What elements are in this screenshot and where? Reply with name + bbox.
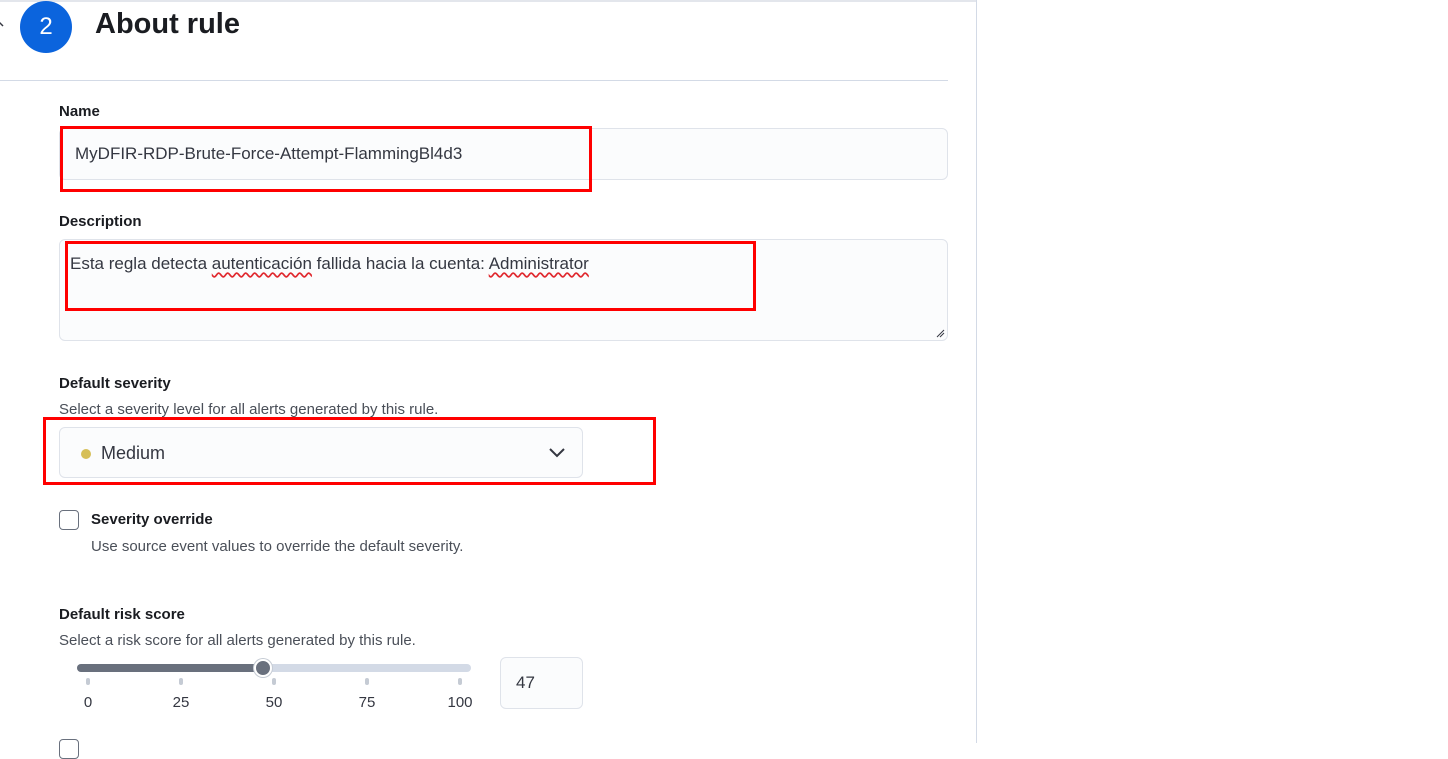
slider-tick-label: 100 [447,694,473,711]
title-divider [0,80,948,81]
misspelled-word: Administrator [488,254,589,273]
slider-tick-label: 0 [83,694,93,711]
slider-fill [77,664,263,672]
name-input[interactable] [60,129,947,179]
severity-help: Select a severity level for all alerts g… [59,401,439,418]
description-text: Esta regla detecta autenticación fallida… [70,254,589,273]
misspelled-word: autenticación [211,254,312,273]
risk-score-help: Select a risk score for all alerts gener… [59,632,416,649]
step-number: 2 [39,13,53,40]
page-title: About rule [95,8,240,40]
resize-handle-icon[interactable] [935,328,945,338]
severity-override-checkbox[interactable] [59,510,79,530]
slider-tick-label: 25 [172,694,190,711]
description-textarea[interactable]: Esta regla detecta autenticación fallida… [59,239,948,341]
severity-label: Default severity [59,375,171,392]
risk-score-field-wrapper [500,657,583,709]
risk-score-input[interactable] [501,658,582,708]
severity-override-label: Severity override [91,511,213,528]
chevron-down-icon [549,448,565,458]
risk-score-label: Default risk score [59,606,185,623]
description-label: Description [59,213,142,230]
slider-tick-label: 50 [265,694,283,711]
severity-select[interactable]: Medium [59,427,583,478]
chevron-down-icon[interactable] [0,18,10,30]
slider-tick-label: 75 [358,694,376,711]
slider-tick [458,678,462,685]
next-checkbox[interactable] [59,739,79,759]
slider-tick [179,678,183,685]
right-panel [976,0,1448,743]
risk-score-slider[interactable] [77,659,471,679]
name-field-wrapper [59,128,948,180]
slider-thumb[interactable] [253,659,272,677]
slider-tick [365,678,369,685]
severity-override-help: Use source event values to override the … [91,538,464,555]
severity-selected-value: Medium [101,443,166,463]
severity-dot-icon [81,449,91,459]
slider-tick [272,678,276,685]
step-number-badge: 2 [20,1,72,53]
slider-tick [86,678,90,685]
name-label: Name [59,103,100,120]
